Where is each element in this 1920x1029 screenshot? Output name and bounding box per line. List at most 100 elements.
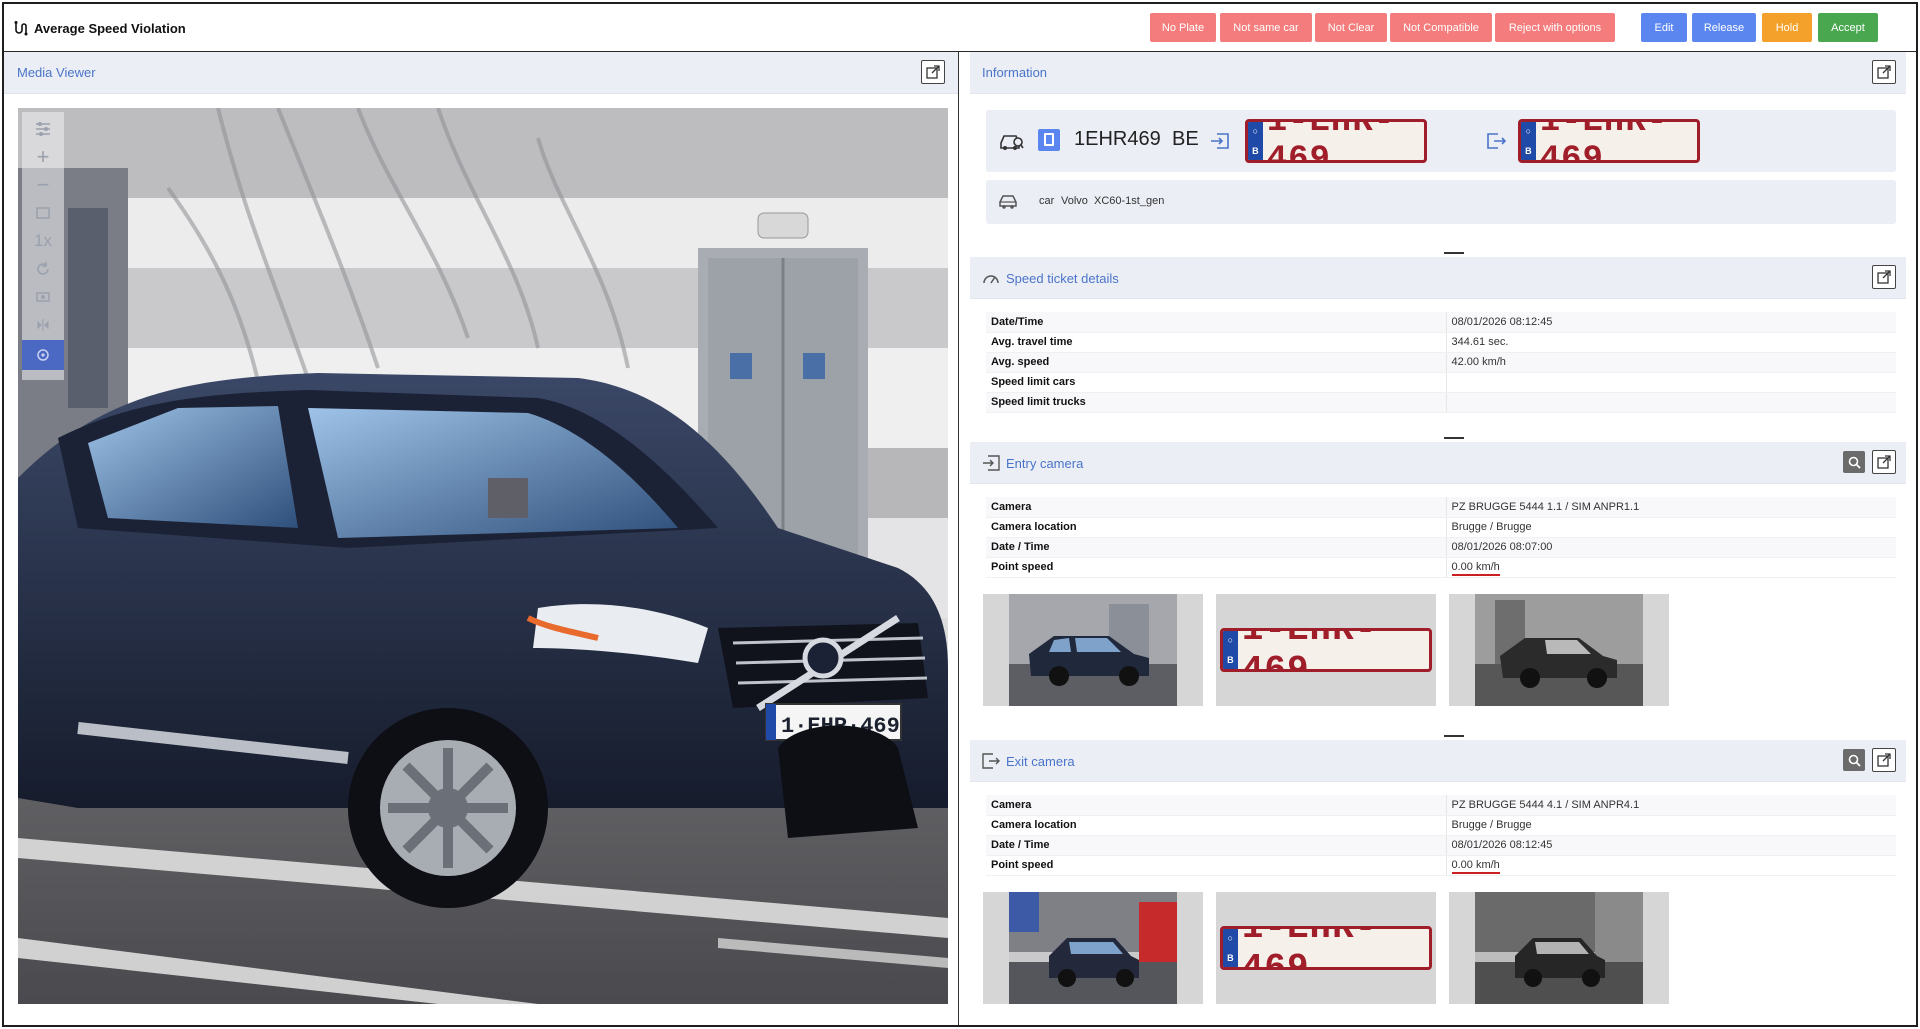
section-resize-handle[interactable] (1444, 252, 1464, 254)
car-search-icon (1000, 135, 1024, 150)
not-same-car-button[interactable]: Not same car (1220, 13, 1312, 42)
vehicle-type: car (1039, 195, 1055, 207)
speed-ticket-header: Speed ticket details (970, 257, 1906, 299)
plate-country: BE (1172, 128, 1199, 150)
entry-camera-table: Camera PZ BRUGGE 5444 1.1 / SIM ANPR1.1 C… (986, 497, 1896, 578)
information-popout-button[interactable] (1872, 60, 1896, 84)
exit-ir-thumbnail[interactable] (1449, 892, 1669, 1004)
row-value: 08/01/2026 08:07:00 (1446, 537, 1896, 558)
external-link-icon (1877, 65, 1891, 79)
point-speed-value: 0.00 km/h (1451, 561, 1500, 576)
accept-button[interactable]: Accept (1818, 13, 1878, 42)
vehicle-photo[interactable]: 1·EHR·469 (18, 108, 948, 1004)
route-icon (14, 21, 28, 36)
zoom-out-icon[interactable]: − (22, 172, 64, 198)
top-bar: Average Speed Violation No Plate Not sam… (4, 4, 1916, 52)
rotate-icon[interactable] (22, 256, 64, 282)
plate-country-code: B (1227, 655, 1234, 665)
exit-camera-search-button[interactable] (1843, 749, 1865, 771)
table-row: Date / Time 08/01/2026 08:07:00 (986, 537, 1896, 558)
speed-ticket-table: Date/Time 08/01/2026 08:12:45 Avg. travel… (986, 312, 1896, 413)
fit-screen-icon[interactable] (22, 200, 64, 226)
entry-plate-image: ○ B 1-EHR-469 (1245, 119, 1427, 163)
exit-camera-popout-button[interactable] (1872, 748, 1896, 772)
exit-plate-thumbnail[interactable]: ○ B 1-EHR-469 (1216, 892, 1436, 1004)
vehicle-photo-image: 1·EHR·469 (18, 108, 948, 1004)
information-title: Information (982, 65, 1048, 80)
vehicle-model: XC60-1st_gen (1094, 195, 1165, 207)
row-label: Speed limit cars (986, 372, 1447, 393)
row-label: Camera location (986, 517, 1447, 538)
media-viewer-header: Media Viewer (4, 52, 958, 94)
car-photo-ir-image (1475, 594, 1643, 706)
reject-with-options-button[interactable]: Reject with options (1495, 13, 1615, 42)
media-viewer-popout-button[interactable] (921, 60, 945, 84)
table-row: Camera PZ BRUGGE 5444 4.1 / SIM ANPR4.1 (986, 795, 1896, 816)
app-title: Average Speed Violation (12, 20, 186, 36)
entry-plate-image-text: 1-EHR-469 (1266, 119, 1396, 163)
table-row: Point speed 0.00 km/h (986, 855, 1896, 876)
speed-ticket-title: Speed ticket details (982, 270, 1119, 286)
row-label: Date / Time (986, 835, 1447, 856)
speed-ticket-popout-button[interactable] (1872, 265, 1896, 289)
table-row: Date / Time 08/01/2026 08:12:45 (986, 835, 1896, 856)
entry-camera-header: Entry camera (970, 442, 1906, 484)
row-label: Date / Time (986, 537, 1447, 558)
table-row: Camera location Brugge / Brugge (986, 517, 1896, 538)
page-title: Average Speed Violation (34, 20, 186, 36)
not-compatible-button[interactable]: Not Compatible (1390, 13, 1492, 42)
entry-plate-thumbnail[interactable]: ○ B 1-EHR-469 (1216, 594, 1436, 706)
row-value: 08/01/2026 08:12:45 (1446, 835, 1896, 856)
no-plate-button[interactable]: No Plate (1150, 13, 1216, 42)
exit-icon (982, 753, 1000, 769)
exit-plate-crop-text: 1-EHR-469 (1241, 926, 1378, 970)
details-panel: Information 1EHR469 BE ○ B 1-EHR-469 ○ B 1… (960, 52, 1916, 1025)
entry-plate-crop-text: 1-EHR-469 (1241, 628, 1378, 672)
entry-camera-search-button[interactable] (1843, 451, 1865, 473)
section-resize-handle[interactable] (1444, 437, 1464, 439)
flip-icon[interactable] (22, 312, 64, 338)
zoom-in-icon[interactable]: + (22, 144, 64, 170)
actual-size-button[interactable]: 1x (22, 228, 64, 254)
image-toolbar: + − 1x (22, 112, 64, 380)
row-label: Camera (986, 497, 1447, 518)
table-row: Point speed 0.00 km/h (986, 557, 1896, 578)
point-speed-value: 0.00 km/h (1451, 859, 1500, 874)
row-value (1446, 372, 1896, 393)
car-photo-image (1009, 892, 1177, 1004)
adjust-icon[interactable] (22, 116, 64, 142)
plate-summary: 1EHR469 BE ○ B 1-EHR-469 ○ B 1-EHR-469 (986, 110, 1896, 172)
release-button[interactable]: Release (1692, 13, 1756, 42)
row-label: Camera (986, 795, 1447, 816)
exit-camera-title: Exit camera (982, 753, 1075, 769)
table-row: Date/Time 08/01/2026 08:12:45 (986, 312, 1896, 333)
plate-badge-icon (1038, 129, 1060, 151)
entry-camera-popout-button[interactable] (1872, 450, 1896, 474)
exit-plate-crop: ○ B 1-EHR-469 (1220, 926, 1432, 970)
table-row: Camera PZ BRUGGE 5444 1.1 / SIM ANPR1.1 (986, 497, 1896, 518)
exit-overview-thumbnail[interactable] (983, 892, 1203, 1004)
hold-button[interactable]: Hold (1762, 13, 1812, 42)
edit-button[interactable]: Edit (1641, 13, 1687, 42)
entry-overview-thumbnail[interactable] (983, 594, 1203, 706)
table-row: Speed limit trucks (986, 392, 1896, 413)
entry-icon (1211, 133, 1229, 149)
row-label: Point speed (986, 855, 1447, 876)
speedometer-icon (983, 275, 999, 284)
pan-tool-icon[interactable] (22, 340, 64, 370)
table-row: Speed limit cars (986, 372, 1896, 393)
exit-camera-table: Camera PZ BRUGGE 5444 4.1 / SIM ANPR4.1 C… (986, 795, 1896, 876)
entry-ir-thumbnail[interactable] (1449, 594, 1669, 706)
media-viewer-title: Media Viewer (17, 65, 96, 80)
plate-country-code: B (1252, 146, 1259, 156)
exit-plate-image: ○ B 1-EHR-469 (1518, 119, 1700, 163)
row-value: PZ BRUGGE 5444 1.1 / SIM ANPR1.1 (1446, 497, 1896, 518)
speed-ticket-title-text: Speed ticket details (1006, 270, 1119, 286)
entry-icon (983, 455, 1000, 471)
vehicle-make: Volvo (1061, 195, 1088, 207)
table-row: Avg. speed 42.00 km/h (986, 352, 1896, 373)
car-icon (999, 195, 1017, 209)
not-clear-button[interactable]: Not Clear (1315, 13, 1387, 42)
section-resize-handle[interactable] (1444, 735, 1464, 737)
crop-icon[interactable] (22, 284, 64, 310)
